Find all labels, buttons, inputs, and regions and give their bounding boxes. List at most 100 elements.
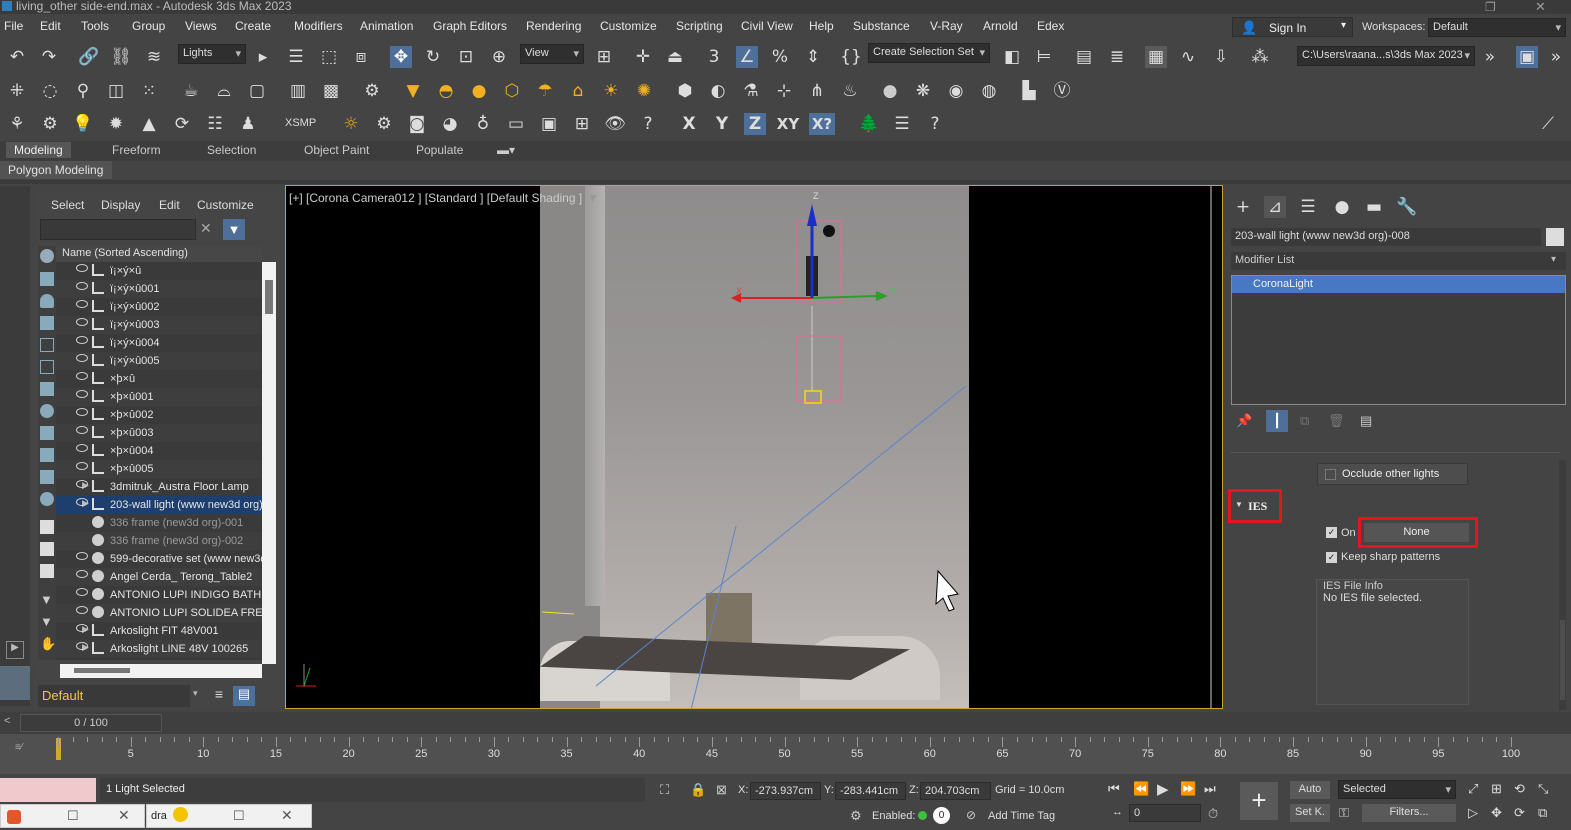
set-key-button[interactable]: Set K. [1290,804,1330,822]
list-item[interactable]: ï¡×ý×û002 [56,298,262,316]
lightmix-icon[interactable]: ▙ [1018,80,1040,102]
filter-icon[interactable]: ▼ [223,219,245,240]
previous-frame-icon[interactable]: ⏪ [1133,781,1149,797]
teapot-icon[interactable]: ☕ [180,80,202,102]
tab-modeling[interactable]: Modeling [6,142,71,158]
list-item[interactable]: ×þ×û002 [56,406,262,424]
sphere-icon[interactable]: ◐ [707,80,729,102]
menu-rendering[interactable]: Rendering [526,19,581,33]
keep-sharp-checkbox[interactable]: ✓ [1326,552,1337,563]
more-icon[interactable]: » [1479,46,1501,68]
spinner-snap-icon[interactable]: ⇕ [802,46,824,68]
hierarchy-icon[interactable]: ⁜ [6,80,28,102]
visibility-eye-icon[interactable] [76,444,88,452]
cube-icon[interactable]: ⬢ [674,80,696,102]
menu-customize[interactable]: Customize [600,19,657,33]
grid-dots-icon[interactable]: ⁙ [138,80,160,102]
tab-selection[interactable]: Selection [207,143,256,157]
curve-editor-icon[interactable]: ∿ [1177,46,1199,68]
zoom-all-icon[interactable]: ⊞ [1491,781,1502,797]
hand-icon[interactable]: ✋ [40,636,56,652]
viewport-filter-icon[interactable]: ▼ [587,191,599,205]
time-tag-icon[interactable]: ⊘ [966,808,976,822]
layer-dropdown-arrow-icon[interactable]: ▾ [193,688,198,699]
visibility-eye-icon[interactable] [76,426,88,434]
make-unique-icon[interactable]: ⧉ [1300,413,1309,429]
angle-snap-icon[interactable]: ∠ [736,46,758,68]
cameras-filter-icon[interactable] [40,316,54,330]
modifier-list-dropdown[interactable]: Modifier List [1231,252,1566,270]
menu-views[interactable]: Views [185,19,217,33]
track-bar-icon[interactable]: ≡⁄ [15,742,23,753]
close-icon[interactable]: ✕ [1535,0,1546,15]
gizmo-y-arrow[interactable] [876,291,888,301]
z-coordinate-field[interactable]: 204.703cm [920,782,991,800]
unlink-icon[interactable]: ⛓ [110,46,132,68]
menu-modifiers[interactable]: Modifiers [294,19,343,33]
visibility-eye-icon[interactable] [76,264,88,272]
menu-arnold[interactable]: Arnold [983,19,1018,33]
motion-tab-icon[interactable]: ● [1331,196,1353,218]
schematic-view-icon[interactable]: ⇩ [1210,46,1232,68]
sign-in-button[interactable]: 👤 Sign In ▾ [1232,17,1353,37]
pan-icon[interactable]: ✥ [1491,805,1502,821]
list-item[interactable]: ×þ×û [56,370,262,388]
viewport-layout-icon[interactable] [0,666,30,700]
se-menu-edit[interactable]: Edit [159,198,180,212]
list-item[interactable]: ×þ×û001 [56,388,262,406]
bounding-icon[interactable]: ◌ [39,80,61,102]
axis-xy-button[interactable]: XY [774,113,802,135]
taskbar-window-1[interactable]: ☐ ✕ [0,804,145,828]
rollout-collapse-icon[interactable]: ▼ [1235,500,1243,509]
select-object-icon[interactable]: ▸ [252,46,274,68]
sunrise-icon[interactable]: ☼ [340,113,362,135]
enabled-counter[interactable]: 0 [933,807,950,824]
menu-civil-view[interactable]: Civil View [741,19,793,33]
track-bar[interactable]: ≡⁄ 5 10 15 20 25 30 35 40 45 50 55 60 65 70 75 80 85 90 95… [0,734,1571,774]
maximize-viewport-icon[interactable]: ⤡ [1538,781,1548,797]
remove-modifier-icon[interactable]: 🗑 [1328,413,1345,429]
menu-create[interactable]: Create [235,19,271,33]
manipulate-icon[interactable]: ✛ [632,46,654,68]
menu-graph-editors[interactable]: Graph Editors [433,19,507,33]
fov-icon[interactable]: ▷ [1468,805,1478,821]
scene-converter-icon[interactable]: ⚘ [6,113,28,135]
ies-on-checkbox[interactable]: ✓ [1326,527,1337,538]
helpers-filter-icon[interactable] [40,338,54,352]
render-icon[interactable]: ◙ [406,113,428,135]
visibility-eye-icon[interactable] [76,408,88,416]
list-item[interactable]: ï¡×ý×û004 [56,334,262,352]
display-none-icon[interactable] [40,542,54,556]
list-item[interactable]: ▶ 3dmitruk_Austra Floor Lamp [56,478,262,496]
list-item[interactable]: Angel Cerda_ Terong_Table2 [56,568,262,586]
axis-y-button[interactable]: Y [711,113,733,135]
time-config-icon[interactable]: ⏱ [1208,806,1218,822]
proxy-icon[interactable]: ⚗ [740,80,762,102]
menu-group[interactable]: Group [132,19,165,33]
rect-selection-icon[interactable]: ⬚ [318,46,340,68]
chevron-down-icon[interactable]: ▾ [1551,254,1556,265]
maxscript-listener[interactable] [0,778,96,802]
visibility-eye-icon[interactable] [76,552,88,560]
xsmp-label[interactable]: XSMP [285,117,316,129]
render-frame-icon[interactable]: ▥ [287,80,309,102]
modify-tab-icon[interactable]: ⊿ [1264,196,1286,218]
sun-sphere-icon[interactable]: ● [468,80,490,102]
project-path-dropdown[interactable]: C:\Users\raana...s\3ds Max 2023 [1297,46,1475,66]
go-to-start-icon[interactable]: ⏮ [1108,781,1120,797]
list-item[interactable]: 599-decorative set (www new3d org) [56,550,262,568]
ref-coord-dropdown[interactable]: View [520,44,584,64]
tab-populate[interactable]: Populate [416,143,463,157]
list-scrollbar[interactable] [262,262,276,664]
add-time-tag[interactable]: Add Time Tag [988,810,1055,822]
x-coordinate-field[interactable]: -273.937cm [750,782,821,800]
create-tab-icon[interactable]: + [1232,196,1254,218]
prev-frame-icon[interactable]: < [4,715,10,727]
visibility-eye-icon[interactable] [76,336,88,344]
taskbar-window-2[interactable]: dra ☐ ✕ [146,804,312,828]
time-slider[interactable]: 0 / 100 [20,714,162,732]
play-side-icon[interactable]: ▶ [6,641,24,659]
menu-tools[interactable]: Tools [81,19,109,33]
list-icon[interactable]: ☷ [204,113,226,135]
frame-spinner-icon[interactable]: ↔ [1112,806,1123,818]
